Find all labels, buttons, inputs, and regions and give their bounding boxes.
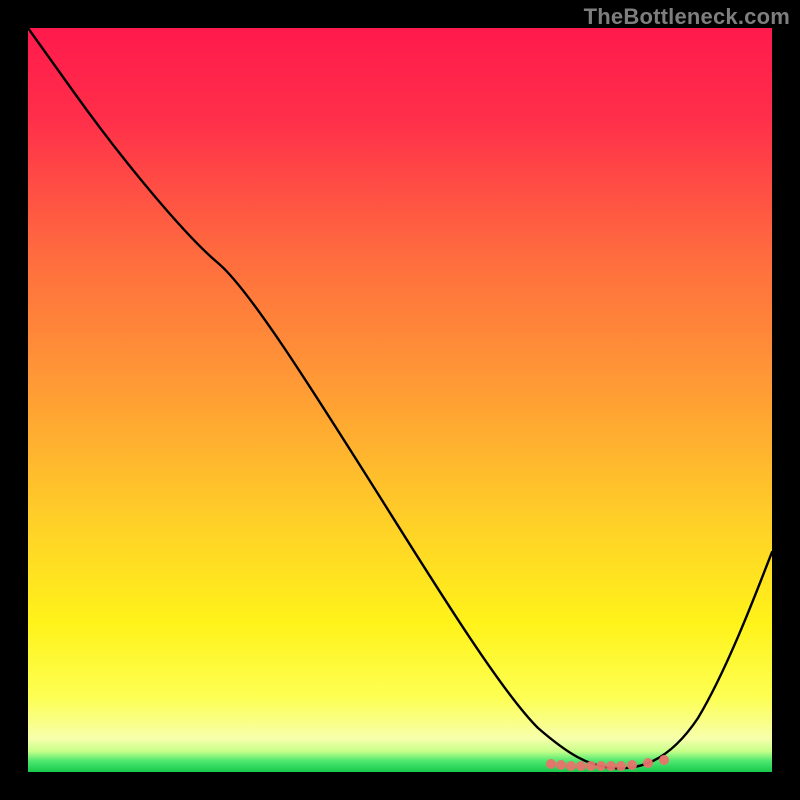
marker-dot <box>659 755 669 765</box>
marker-dot <box>616 761 626 771</box>
minimum-markers <box>28 28 772 772</box>
marker-dot <box>627 760 637 770</box>
marker-dot <box>643 758 653 768</box>
marker-dot <box>576 761 586 771</box>
marker-dot <box>546 759 556 769</box>
watermark-text: TheBottleneck.com <box>584 4 790 30</box>
marker-dot <box>586 761 596 771</box>
chart-container: TheBottleneck.com <box>0 0 800 800</box>
plot-area <box>28 28 772 772</box>
marker-dot <box>596 761 606 771</box>
marker-dot <box>556 760 566 770</box>
marker-dot <box>566 761 576 771</box>
marker-dot <box>606 761 616 771</box>
